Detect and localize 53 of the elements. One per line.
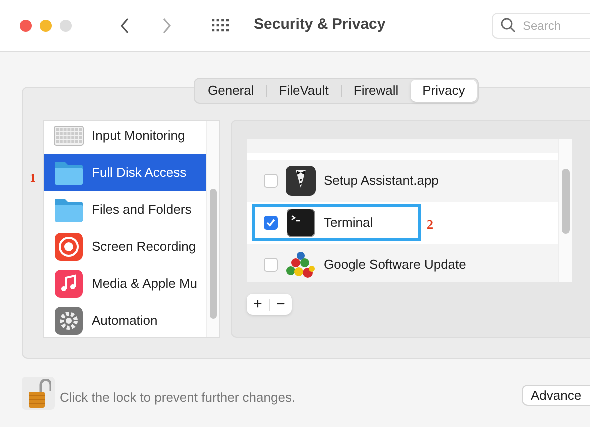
list-row[interactable]: [247, 139, 558, 153]
app-row[interactable]: Setup Assistant.app: [247, 160, 558, 202]
lock-button[interactable]: [22, 377, 55, 410]
scrollbar-thumb[interactable]: [210, 189, 218, 319]
app-row[interactable]: Google Software Update: [247, 244, 558, 282]
folder-icon: [54, 160, 84, 186]
app-name: Google Software Update: [324, 256, 466, 274]
terminal-icon: [287, 209, 315, 237]
sidebar-item[interactable]: Full Disk Access: [44, 154, 206, 191]
add-button[interactable]: +: [247, 297, 269, 312]
sidebar-label: Media & Apple Mu: [92, 274, 198, 293]
tab[interactable]: General: [196, 80, 266, 102]
sidebar-item[interactable]: Screen Recording: [44, 228, 206, 265]
sidebar-item[interactable]: Input Monitoring: [44, 121, 206, 154]
sidebar-label: Files and Folders: [92, 200, 192, 219]
record-icon: [55, 232, 83, 260]
tuxedo-icon: [286, 166, 316, 196]
tab[interactable]: FileVault: [267, 80, 341, 102]
forward-icon[interactable]: [162, 18, 172, 34]
gear-icon: [55, 306, 83, 334]
annotation-number: 1: [30, 170, 36, 187]
folder-icon: [54, 196, 84, 222]
lock-hint: Click the lock to prevent further changes.: [60, 388, 296, 407]
keyboard-icon: [54, 126, 84, 146]
scrollbar-thumb[interactable]: [562, 169, 570, 234]
sidebar-item[interactable]: Files and Folders: [44, 191, 206, 228]
remove-button[interactable]: −: [270, 297, 292, 312]
sidebar-item[interactable]: Media & Apple Mu: [44, 265, 206, 302]
open-padlock-icon: [26, 378, 50, 408]
sidebar-label: Input Monitoring: [92, 126, 186, 145]
checkbox[interactable]: [264, 216, 278, 230]
advanced-button[interactable]: Advance: [522, 385, 590, 406]
tab[interactable]: Privacy: [410, 80, 478, 102]
sidebar-label: Screen Recording: [92, 238, 196, 256]
sidebar-label: Full Disk Access: [92, 164, 187, 182]
window-title: Security & Privacy: [254, 15, 386, 36]
search-field[interactable]: Search: [492, 12, 590, 38]
checkbox[interactable]: [264, 258, 278, 272]
app-name: Setup Assistant.app: [324, 172, 439, 190]
music-note-icon: [55, 270, 83, 298]
checkbox[interactable]: [264, 174, 278, 188]
close-button[interactable]: [20, 20, 32, 32]
app-name: Terminal: [324, 214, 374, 232]
annotation-number: 2: [427, 216, 434, 234]
sidebar-label: Automation: [92, 312, 158, 330]
minimize-button[interactable]: [40, 20, 52, 32]
zoom-button[interactable]: [60, 20, 72, 32]
search-icon: [501, 18, 516, 32]
back-icon[interactable]: [120, 18, 130, 34]
grid-icon[interactable]: [212, 18, 230, 32]
colored-balls-icon: [286, 250, 316, 280]
sidebar-item[interactable]: Automation: [44, 302, 206, 337]
tab[interactable]: Firewall: [342, 80, 411, 102]
